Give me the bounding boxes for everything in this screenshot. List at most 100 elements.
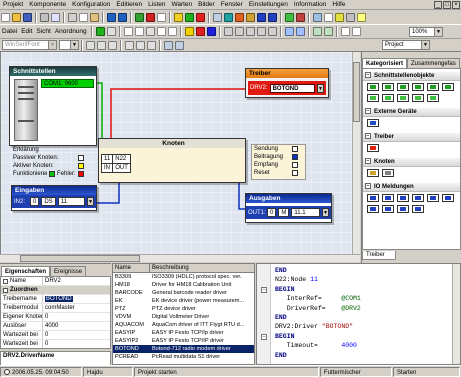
monitor-icon[interactable] <box>313 12 322 22</box>
grid-icon[interactable] <box>213 12 222 22</box>
io-str-icon[interactable] <box>412 205 424 213</box>
property-value-cell[interactable]: 0 <box>43 331 110 339</box>
driver-field[interactable]: DRV2: BOTOND ▼ <box>248 81 326 95</box>
property-row[interactable]: Zuordnen <box>1 286 110 295</box>
code-line[interactable]: END <box>275 351 451 360</box>
rectangle-tool-icon[interactable] <box>156 27 166 36</box>
column-name[interactable]: Name <box>113 264 150 272</box>
property-value[interactable]: 0 <box>45 341 48 347</box>
driver-row[interactable]: EASYIP EASY IP Festo TCP/Ip driver <box>113 329 254 337</box>
output-icon[interactable] <box>268 12 277 22</box>
diagram-menu-anordnung[interactable]: Anordnung <box>53 28 89 35</box>
property-row[interactable]: Treibername BOTOND <box>1 295 110 304</box>
driver-row[interactable]: AQUACOM AquaCom driver of ITT Flygt RTU d… <box>113 321 254 329</box>
collapse-icon[interactable]: − <box>365 133 371 140</box>
code-line[interactable]: InterRef= @COM1 <box>275 294 451 303</box>
property-value-cell[interactable]: 0 <box>43 313 110 321</box>
align-top-icon[interactable] <box>256 27 266 36</box>
io-cmd-icon[interactable] <box>382 205 394 213</box>
property-value[interactable]: 0 <box>45 314 48 320</box>
io-rpd-icon[interactable] <box>382 194 394 202</box>
tab-events[interactable]: Ereignisse <box>50 266 87 276</box>
diagram-menu-datei[interactable]: Datei <box>0 28 19 35</box>
code-line[interactable]: − BEGIN <box>261 285 451 294</box>
preview-icon[interactable] <box>51 12 60 22</box>
menu-item-komponente[interactable]: Komponente <box>26 0 69 9</box>
chevron-down-icon[interactable]: ▼ <box>322 208 329 217</box>
chevron-down-icon[interactable]: ▼ <box>87 197 94 206</box>
properties-icon[interactable] <box>157 12 166 22</box>
help-icon[interactable] <box>357 12 366 22</box>
collapse-icon[interactable]: − <box>365 183 371 190</box>
menu-item-projekt[interactable]: Projekt <box>0 0 26 9</box>
project-select[interactable]: Project ▼ <box>382 40 430 50</box>
canvas-vertical-scrollbar[interactable] <box>352 52 360 254</box>
input-type[interactable]: DS <box>41 197 56 206</box>
outputs-node[interactable]: Ausgaben OUT1: 0 M 11.1 ▼ <box>245 193 332 223</box>
property-value[interactable]: BOTOND <box>45 296 73 302</box>
menu-item-fenster[interactable]: Fenster <box>218 0 246 9</box>
driver-node[interactable]: Treiber DRV2: BOTOND ▼ <box>245 68 329 98</box>
menu-item-hilfe[interactable]: Hilfe <box>329 0 348 9</box>
ungroup-icon[interactable] <box>323 27 333 36</box>
input-icon[interactable] <box>257 12 266 22</box>
palette-section-header[interactable]: − Externe Geräte <box>363 108 460 117</box>
io-ao-icon[interactable] <box>442 194 454 202</box>
io-di-icon[interactable] <box>397 194 409 202</box>
driver-object-icon[interactable] <box>367 144 379 152</box>
property-value-cell[interactable]: 0 <box>43 340 110 348</box>
node-group-icon[interactable] <box>382 169 394 177</box>
delete-icon[interactable] <box>146 12 155 22</box>
restore-icon[interactable]: □ <box>443 1 451 9</box>
property-value[interactable]: DRV2 <box>45 278 61 284</box>
io-cnt-icon[interactable] <box>367 205 379 213</box>
text-right-icon[interactable] <box>147 40 156 50</box>
text-tool-icon[interactable] <box>134 27 144 36</box>
zoom-select[interactable]: 100% ▼ <box>409 26 443 37</box>
pointer-icon[interactable] <box>123 27 133 36</box>
property-value-cell[interactable]: 4000 <box>43 322 110 330</box>
property-row[interactable]: Eigener Knoten 0 <box>1 313 110 322</box>
node-icon[interactable] <box>246 12 255 22</box>
palette-section-header[interactable]: − Treiber <box>363 133 460 142</box>
palette-section-header[interactable]: − Knoten <box>363 158 460 167</box>
collapse-icon[interactable]: − <box>365 158 371 165</box>
driver-row[interactable]: EASYIP2 EASY IP Festo TCP/IP driver <box>113 337 254 345</box>
paste-icon[interactable] <box>90 12 99 22</box>
close-icon[interactable]: × <box>452 1 460 9</box>
property-value-cell[interactable]: DRV2 <box>43 277 110 285</box>
settings-icon[interactable] <box>346 12 355 22</box>
interface-icon[interactable] <box>224 12 233 22</box>
gateway-icon[interactable] <box>367 94 379 102</box>
output-row[interactable]: OUT1: 0 M 11.1 ▼ <box>246 206 331 219</box>
connect-icon[interactable] <box>285 12 294 22</box>
redo-icon[interactable] <box>118 12 127 22</box>
fold-icon[interactable]: − <box>261 286 267 293</box>
driver-value[interactable]: BOTOND <box>269 83 315 93</box>
menu-item-listen[interactable]: Listen <box>145 0 168 9</box>
undo-icon[interactable] <box>107 12 116 22</box>
driver-row[interactable]: BARCODE General barcode reader driver <box>113 289 254 297</box>
link-icon[interactable] <box>427 94 439 102</box>
code-line[interactable]: Timeout= 4000 <box>275 341 451 350</box>
italic-icon[interactable] <box>97 40 106 50</box>
radio-icon[interactable] <box>412 83 424 91</box>
nodes-node[interactable]: Knoten 11 N22 IN OUT <box>98 138 246 183</box>
property-row[interactable]: Auslöser 4000 <box>1 322 110 331</box>
expand-icon[interactable] <box>3 278 8 284</box>
input-value[interactable]: 0 <box>30 197 40 206</box>
code-line[interactable]: END <box>275 266 451 275</box>
fold-icon[interactable]: − <box>261 333 267 340</box>
node-object-icon[interactable] <box>367 169 379 177</box>
run-diagram-icon[interactable] <box>95 27 105 36</box>
compile-icon[interactable] <box>174 12 183 22</box>
menu-item-bilder[interactable]: Bilder <box>195 0 218 9</box>
driver-row[interactable]: B3309 ISO3309 (HDLC) protocol spec. ver. <box>113 273 254 281</box>
text-center-icon[interactable] <box>136 40 145 50</box>
driver-row[interactable]: BOTOND Botond-712 radio modem driver <box>113 345 254 353</box>
code-line[interactable]: DriverRef= @DRV2 <box>275 304 451 313</box>
serial-port-icon[interactable] <box>367 83 379 91</box>
chevron-down-icon[interactable]: ▼ <box>317 83 324 93</box>
collapse-icon[interactable]: − <box>365 108 371 115</box>
canvas-horizontal-scrollbar[interactable] <box>0 254 360 262</box>
